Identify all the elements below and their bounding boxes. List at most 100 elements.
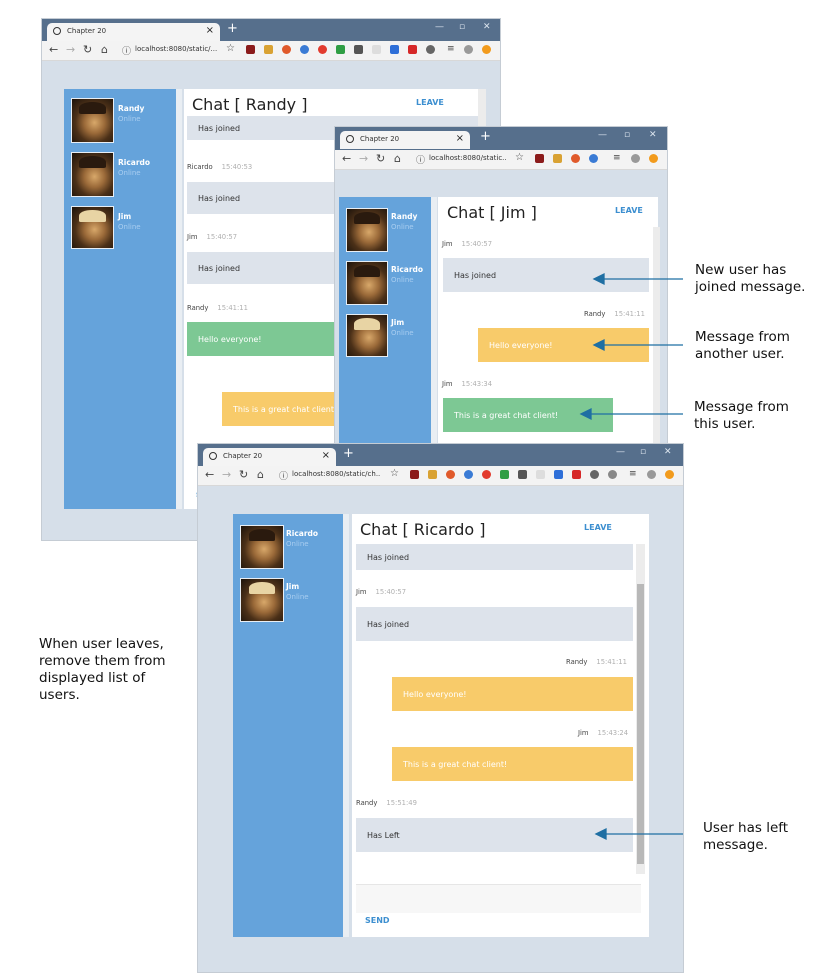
browser-window-ricardo: Chapter 20 × + — ▫ ✕ ← → ↻ ⌂ ⓘ localhost… bbox=[198, 444, 683, 972]
close-window-icon[interactable]: ✕ bbox=[649, 130, 657, 140]
close-tab-icon[interactable]: × bbox=[206, 25, 214, 36]
maximize-icon[interactable]: ▫ bbox=[624, 130, 630, 140]
profile-icon[interactable] bbox=[464, 45, 473, 54]
new-tab-icon[interactable]: + bbox=[227, 21, 238, 36]
extension-icon[interactable] bbox=[482, 45, 491, 54]
reload-icon[interactable]: ↻ bbox=[83, 43, 92, 56]
forward-icon[interactable]: → bbox=[66, 43, 75, 56]
user-item[interactable]: Randy Online bbox=[71, 98, 175, 143]
annotation-user-left: User has left message. bbox=[703, 820, 789, 853]
browser-tab[interactable]: Chapter 20 × bbox=[340, 131, 470, 149]
leave-button[interactable]: LEAVE bbox=[615, 206, 643, 215]
url-field[interactable]: localhost:8080/static... bbox=[429, 154, 507, 162]
home-icon[interactable]: ⌂ bbox=[394, 152, 401, 165]
message-bubble: Has Left bbox=[356, 818, 633, 852]
scrollbar-thumb[interactable] bbox=[637, 584, 644, 864]
minimize-icon[interactable]: — bbox=[598, 130, 607, 140]
extension-icon[interactable] bbox=[336, 45, 345, 54]
menu-list-icon[interactable]: ≡ bbox=[629, 469, 637, 479]
extension-icon[interactable] bbox=[446, 470, 455, 479]
new-tab-icon[interactable]: + bbox=[343, 446, 354, 461]
extension-icon[interactable] bbox=[264, 45, 273, 54]
bookmark-star-icon[interactable]: ☆ bbox=[226, 43, 235, 54]
user-item[interactable]: Jim Online bbox=[71, 206, 175, 249]
avatar bbox=[346, 314, 388, 357]
send-button[interactable]: SEND bbox=[365, 916, 390, 925]
new-tab-icon[interactable]: + bbox=[480, 129, 491, 144]
extension-icon[interactable] bbox=[571, 154, 580, 163]
extension-icon[interactable] bbox=[410, 470, 419, 479]
user-item[interactable]: Jim Online bbox=[240, 578, 342, 622]
menu-list-icon[interactable]: ≡ bbox=[447, 44, 455, 54]
user-item[interactable]: Ricardo Online bbox=[346, 261, 430, 305]
minimize-icon[interactable]: — bbox=[616, 447, 625, 457]
extension-icon[interactable] bbox=[589, 154, 598, 163]
maximize-icon[interactable]: ▫ bbox=[640, 447, 646, 457]
extension-icon[interactable] bbox=[300, 45, 309, 54]
browser-tab[interactable]: Chapter 20 × bbox=[47, 23, 220, 41]
url-field[interactable]: localhost:8080/static/ch... bbox=[292, 470, 380, 478]
user-item[interactable]: Jim Online bbox=[346, 314, 430, 357]
back-icon[interactable]: ← bbox=[49, 43, 58, 56]
extension-icon[interactable] bbox=[246, 45, 255, 54]
profile-icon[interactable] bbox=[647, 470, 656, 479]
leave-button[interactable]: LEAVE bbox=[584, 523, 612, 532]
close-tab-icon[interactable]: × bbox=[456, 133, 464, 144]
bookmark-star-icon[interactable]: ☆ bbox=[390, 468, 399, 479]
home-icon[interactable]: ⌂ bbox=[101, 43, 108, 56]
extension-icon[interactable] bbox=[372, 45, 381, 54]
extension-icon[interactable] bbox=[518, 470, 527, 479]
forward-icon[interactable]: → bbox=[359, 152, 368, 165]
extension-icon[interactable] bbox=[354, 45, 363, 54]
extension-icon[interactable] bbox=[572, 470, 581, 479]
profile-icon[interactable] bbox=[631, 154, 640, 163]
sidebar-scrollbar[interactable] bbox=[431, 197, 437, 443]
sidebar-scrollbar[interactable] bbox=[176, 89, 182, 509]
extension-icon[interactable] bbox=[282, 45, 291, 54]
extension-icon[interactable] bbox=[590, 470, 599, 479]
extension-icon[interactable] bbox=[536, 470, 545, 479]
user-item[interactable]: Ricardo Online bbox=[240, 525, 342, 569]
leave-button[interactable]: LEAVE bbox=[416, 98, 444, 107]
back-icon[interactable]: ← bbox=[205, 468, 214, 481]
extension-icon[interactable] bbox=[482, 470, 491, 479]
bookmark-star-icon[interactable]: ☆ bbox=[515, 152, 524, 163]
tab-bar: Chapter 20 × + — ▫ ✕ bbox=[198, 444, 683, 466]
extension-icon[interactable] bbox=[665, 470, 674, 479]
tab-bar: Chapter 20 × + — ▫ ✕ bbox=[335, 127, 667, 150]
message-input[interactable] bbox=[356, 884, 641, 913]
extension-icon[interactable] bbox=[428, 470, 437, 479]
close-tab-icon[interactable]: × bbox=[322, 450, 330, 461]
extension-icon[interactable] bbox=[318, 45, 327, 54]
browser-tab[interactable]: Chapter 20 × bbox=[203, 448, 336, 466]
extension-icon[interactable] bbox=[390, 45, 399, 54]
back-icon[interactable]: ← bbox=[342, 152, 351, 165]
message-meta: Jim 15:43:34 bbox=[442, 380, 493, 388]
forward-icon[interactable]: → bbox=[222, 468, 231, 481]
sidebar-scrollbar[interactable] bbox=[343, 514, 349, 937]
menu-list-icon[interactable]: ≡ bbox=[613, 153, 621, 163]
close-window-icon[interactable]: ✕ bbox=[664, 447, 672, 457]
extension-icon[interactable] bbox=[554, 470, 563, 479]
extension-icon[interactable] bbox=[649, 154, 658, 163]
user-item[interactable]: Ricardo Online bbox=[71, 152, 175, 197]
extension-icon[interactable] bbox=[553, 154, 562, 163]
reload-icon[interactable]: ↻ bbox=[376, 152, 385, 165]
close-window-icon[interactable]: ✕ bbox=[483, 22, 491, 32]
extension-icon[interactable] bbox=[464, 470, 473, 479]
extension-icon[interactable] bbox=[608, 470, 617, 479]
extension-icon[interactable] bbox=[408, 45, 417, 54]
user-item[interactable]: Randy Online bbox=[346, 208, 430, 252]
chat-scrollbar[interactable] bbox=[636, 544, 645, 874]
extension-icon[interactable] bbox=[500, 470, 509, 479]
minimize-icon[interactable]: — bbox=[435, 22, 444, 32]
annotation-this-user: Message from this user. bbox=[694, 399, 789, 432]
maximize-icon[interactable]: ▫ bbox=[459, 22, 465, 32]
chat-scrollbar[interactable] bbox=[653, 227, 660, 443]
extension-icon[interactable] bbox=[426, 45, 435, 54]
chat-panel: Chat [ Ricardo ] LEAVE Has joined Jim 15:… bbox=[352, 514, 649, 937]
reload-icon[interactable]: ↻ bbox=[239, 468, 248, 481]
url-field[interactable]: localhost:8080/static/... bbox=[135, 45, 220, 53]
extension-icon[interactable] bbox=[535, 154, 544, 163]
home-icon[interactable]: ⌂ bbox=[257, 468, 264, 481]
